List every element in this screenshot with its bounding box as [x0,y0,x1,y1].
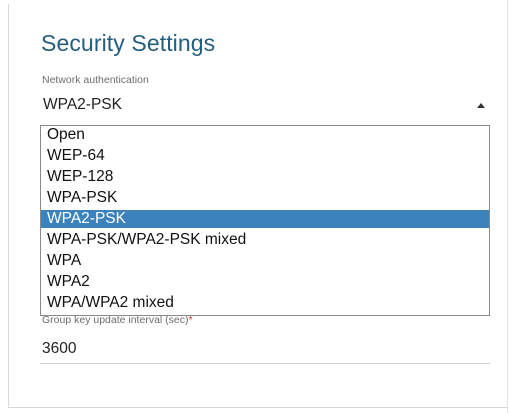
option-wpa[interactable]: WPA [41,252,489,270]
option-wpa-psk[interactable]: WPA-PSK [41,189,489,207]
option-wep-128[interactable]: WEP-128 [41,168,489,186]
group-key-interval-input[interactable] [40,334,490,364]
option-wpa2-psk[interactable]: WPA2-PSK [41,210,489,228]
network-authentication-select[interactable]: WPA2-PSK [40,88,490,124]
card-edge [507,0,508,413]
page-title: Security Settings [41,30,216,56]
network-authentication-dropdown[interactable]: Open WEP-64 WEP-128 WPA-PSK WPA2-PSK WPA… [40,125,490,316]
caret-up-icon [477,103,485,108]
option-wep-64[interactable]: WEP-64 [41,147,489,165]
network-authentication-value: WPA2-PSK [43,96,122,113]
option-wpa2[interactable]: WPA2 [41,273,489,291]
network-authentication-label: Network authentication [42,74,149,86]
option-wpa-wpa2-mixed[interactable]: WPA/WPA2 mixed [41,294,489,312]
option-open[interactable]: Open [41,126,489,144]
option-wpa-psk-wpa2-psk-mixed[interactable]: WPA-PSK/WPA2-PSK mixed [41,231,489,249]
